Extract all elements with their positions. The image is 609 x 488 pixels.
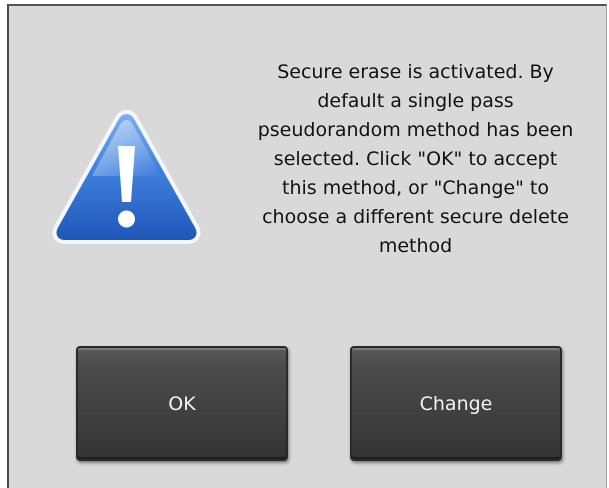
change-button[interactable]: Change [350,346,562,461]
dialog-message: Secure erase is activated. By default a … [257,61,574,257]
ok-button[interactable]: OK [76,346,288,461]
ok-button-label: OK [168,392,196,415]
warning-icon [52,109,201,244]
secure-erase-dialog: Secure erase is activated. By default a … [7,4,607,488]
change-button-label: Change [419,392,493,415]
